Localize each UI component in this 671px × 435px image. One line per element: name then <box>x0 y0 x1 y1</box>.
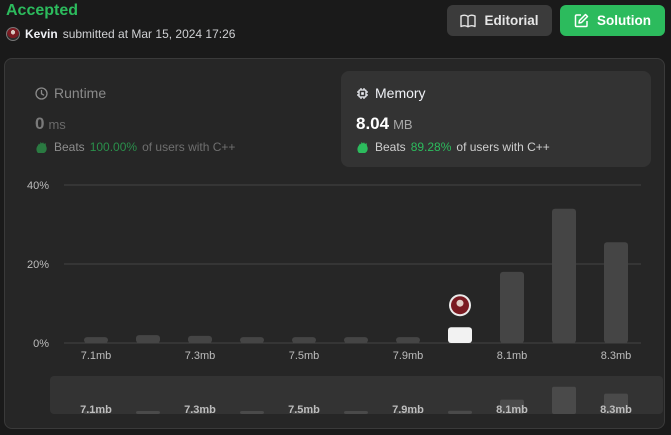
x-axis-label: 7.3mb <box>185 350 216 362</box>
x-axis-label: 7.1mb <box>81 350 112 362</box>
book-icon <box>460 13 477 27</box>
bar[interactable] <box>344 337 368 343</box>
mini-axis-label: 7.9mb <box>392 404 424 416</box>
mini-axis-label: 7.5mb <box>288 404 320 416</box>
mini-bar <box>136 411 160 414</box>
mini-bar <box>240 411 264 414</box>
mini-bar <box>448 410 472 414</box>
bar[interactable] <box>552 208 576 343</box>
bar[interactable] <box>188 335 212 343</box>
x-axis-label: 8.1mb <box>497 350 528 362</box>
y-axis-label: 0% <box>33 338 49 350</box>
x-axis-label: 7.9mb <box>393 350 424 362</box>
solution-button[interactable]: Solution <box>560 5 665 36</box>
bar[interactable] <box>136 335 160 343</box>
mini-axis-label: 7.3mb <box>184 404 216 416</box>
mini-bar <box>552 386 576 414</box>
solution-label: Solution <box>597 13 651 28</box>
avatar[interactable] <box>6 27 20 41</box>
bar[interactable] <box>396 337 420 343</box>
bar[interactable] <box>604 242 628 343</box>
memory-distribution-chart: 40% 20% 0% 7.1mb 7.3mb 7.5mb 7.9mb 8.1mb 8.3mb 7.… <box>27 180 663 416</box>
mini-axis-label: 8.3mb <box>600 404 632 416</box>
bar[interactable] <box>240 337 264 343</box>
bar[interactable] <box>500 271 524 343</box>
bar[interactable] <box>292 337 316 343</box>
mini-axis-label: 8.1mb <box>496 404 528 416</box>
username-link[interactable]: Kevin <box>25 27 58 41</box>
x-axis-label: 7.5mb <box>289 350 320 362</box>
y-axis-label: 40% <box>27 180 49 192</box>
editorial-button[interactable]: Editorial <box>447 5 552 36</box>
bar-highlight[interactable] <box>448 327 472 343</box>
performance-panel: Runtime 0 ms Beats 100.00% of users with … <box>4 58 665 429</box>
submitted-time: submitted at Mar 15, 2024 17:26 <box>62 27 236 41</box>
status-accepted: Accepted <box>6 2 79 19</box>
submission-header: Accepted Kevin submitted at Mar 15, 2024… <box>0 0 671 48</box>
edit-icon <box>574 13 589 28</box>
avatar-marker-face <box>456 299 464 307</box>
x-axis-label: 8.3mb <box>601 350 632 362</box>
y-axis-label: 20% <box>27 259 49 271</box>
editorial-label: Editorial <box>484 13 539 28</box>
mini-bar <box>344 411 368 414</box>
submitter-info: Kevin submitted at Mar 15, 2024 17:26 <box>6 27 235 41</box>
bar[interactable] <box>84 337 108 343</box>
mini-axis-label: 7.1mb <box>80 404 112 416</box>
